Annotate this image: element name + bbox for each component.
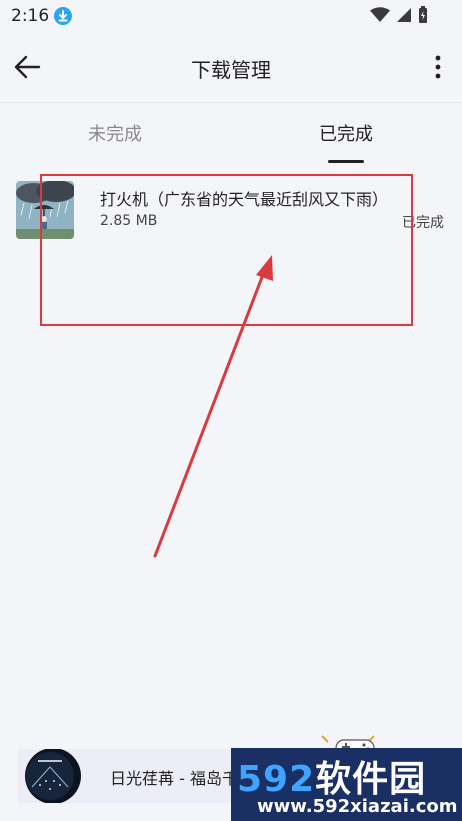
player-cover-image — [20, 749, 86, 803]
app-bar-divider — [0, 102, 462, 103]
watermark-brand-number: 592 — [237, 759, 316, 800]
page-title: 下载管理 — [191, 58, 271, 82]
status-bar: 2:16 — [0, 0, 462, 32]
status-icons — [370, 6, 428, 24]
battery-icon — [419, 6, 427, 23]
status-time: 2:16 — [11, 6, 50, 26]
app-bar: 下载管理 — [0, 40, 462, 96]
active-tab-indicator — [328, 160, 364, 163]
more-options-button[interactable] — [428, 52, 448, 82]
tab-complete[interactable]: 已完成 — [271, 120, 421, 146]
watermark-brand-text: 软件园 — [315, 759, 427, 800]
annotation-highlight-box — [40, 174, 413, 326]
site-watermark: 592软件园 www.592xiazai.com — [231, 748, 462, 821]
watermark-url: www.592xiazai.com — [257, 796, 458, 817]
signal-icon — [397, 8, 411, 22]
watermark-brand: 592软件园 — [237, 750, 426, 802]
wifi-icon — [370, 7, 390, 22]
player-track-title: 日光荏苒 - 福岛千 — [110, 769, 238, 788]
tab-incomplete[interactable]: 未完成 — [40, 120, 190, 146]
more-vertical-icon — [435, 55, 441, 79]
download-tabs: 未完成 已完成 — [0, 110, 462, 166]
download-notification-icon — [54, 7, 72, 25]
